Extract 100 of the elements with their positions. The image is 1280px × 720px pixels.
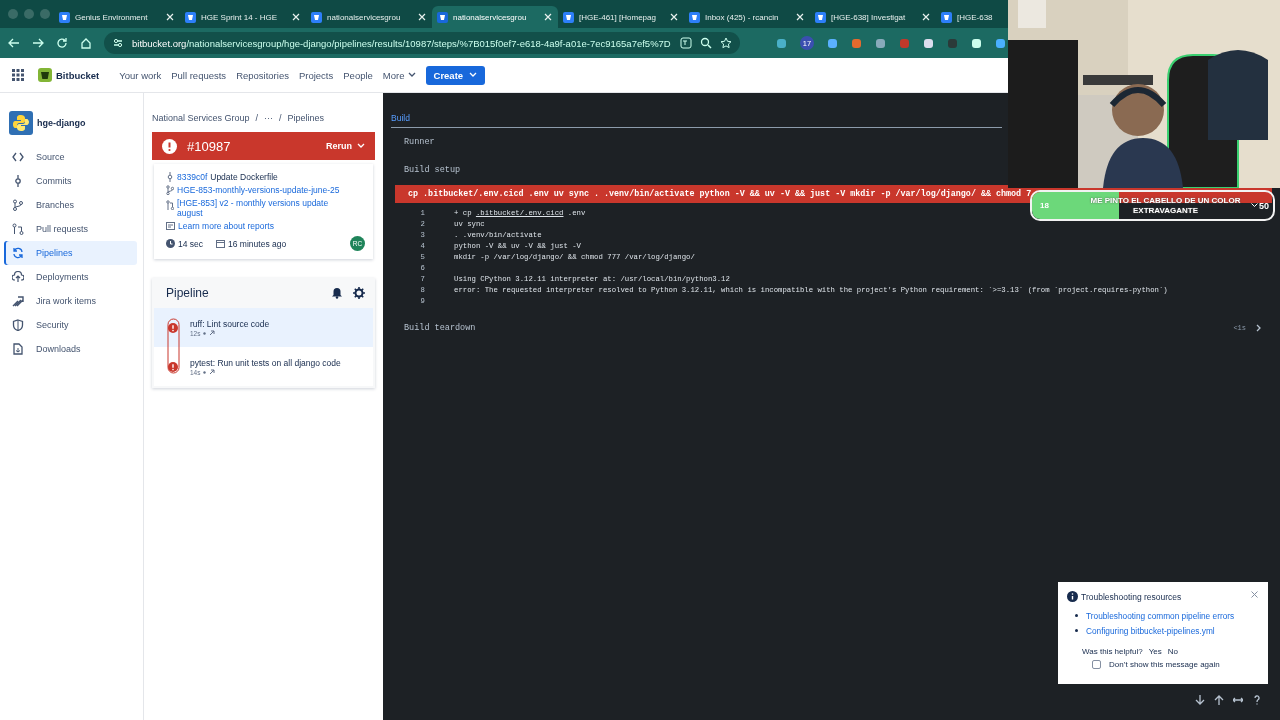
more-menu[interactable]: More bbox=[382, 69, 416, 81]
step-name: ruff: Lint source code bbox=[190, 318, 270, 329]
extension-icon[interactable] bbox=[827, 37, 838, 49]
sidebar-item[interactable]: Downloads bbox=[4, 337, 137, 361]
browser-tab[interactable]: HGE Sprint 14 - HGE bbox=[180, 6, 306, 28]
pull-request-link[interactable]: [HGE-853] v2 - monthly versions update august bbox=[177, 198, 352, 218]
forward-icon[interactable] bbox=[32, 37, 44, 49]
settings-icon[interactable] bbox=[353, 287, 365, 299]
browser-tab[interactable]: [HGE-461] [Homepag bbox=[558, 6, 684, 28]
sidebar-item[interactable]: Security bbox=[4, 313, 137, 337]
sidebar-item[interactable]: Pipelines bbox=[4, 241, 137, 265]
nav-link[interactable]: People bbox=[343, 69, 373, 81]
browser-tab[interactable]: nationalservicesgrou bbox=[432, 6, 558, 28]
page-icon bbox=[185, 11, 196, 23]
extension-icon[interactable] bbox=[971, 37, 982, 49]
browser-tab[interactable]: Inbox (425) - rcancin bbox=[684, 6, 810, 28]
address-bar[interactable]: bitbucket.org/nationalservicesgroup/hge-django/pipelines/results/10987/steps/%7B015f0ef7-e618-4a9f-a01e-7ec9165a7ef5%7D bbox=[104, 32, 740, 54]
browser-tab[interactable]: [HGE-638] Investigat bbox=[810, 6, 936, 28]
back-icon[interactable] bbox=[8, 37, 20, 49]
extension-icon[interactable] bbox=[776, 37, 787, 49]
goal-count: 18 bbox=[1040, 201, 1050, 210]
nav-link[interactable]: Your work bbox=[119, 69, 162, 81]
arrow-icon bbox=[209, 330, 216, 336]
home-icon[interactable] bbox=[80, 37, 92, 49]
log-step-title[interactable]: Build teardown bbox=[404, 323, 476, 333]
sidebar-item[interactable]: Commits bbox=[4, 169, 137, 193]
info-icon bbox=[1067, 591, 1078, 602]
bullet-icon bbox=[1075, 614, 1078, 617]
up-arrow-icon[interactable] bbox=[1214, 695, 1224, 705]
log-step-title[interactable]: Build setup bbox=[404, 165, 461, 175]
create-button[interactable]: Create bbox=[425, 65, 486, 85]
sidebar-item[interactable]: Pull requests bbox=[4, 217, 137, 241]
clock-icon bbox=[166, 239, 175, 248]
sidebar-item[interactable]: Deployments bbox=[4, 265, 137, 289]
sidebar-item[interactable]: Branches bbox=[4, 193, 137, 217]
help-link[interactable]: Troubleshooting common pipeline errors bbox=[1086, 610, 1235, 621]
log-tab[interactable]: Build bbox=[391, 113, 410, 123]
commit-icon bbox=[166, 172, 174, 182]
report-icon bbox=[166, 222, 175, 230]
browser-tab[interactable]: Genius Environment bbox=[54, 6, 180, 28]
pull-request-icon bbox=[12, 223, 24, 235]
calendar-icon bbox=[216, 239, 226, 248]
sidebar-item[interactable]: Source bbox=[4, 145, 137, 169]
answer-link[interactable]: No bbox=[1167, 646, 1178, 656]
code-icon bbox=[12, 151, 24, 163]
sidebar-item[interactable]: Jira work items bbox=[4, 289, 137, 313]
help-link[interactable]: Configuring bitbucket-pipelines.yml bbox=[1086, 625, 1215, 636]
caret-icon bbox=[469, 72, 478, 78]
bitbucket-logo-icon bbox=[38, 68, 52, 82]
pull-request-icon bbox=[166, 200, 174, 210]
browser-tab[interactable]: [HGE-638 bbox=[936, 6, 1008, 28]
breadcrumb-link[interactable]: National Services Group bbox=[152, 113, 250, 123]
page-icon bbox=[59, 11, 70, 23]
site-info-icon bbox=[112, 37, 124, 49]
help-icon[interactable] bbox=[1252, 695, 1262, 705]
branch-link[interactable]: HGE-853-monthly-versions-update-june-25 bbox=[177, 185, 340, 195]
breadcrumb-link[interactable]: Pipelines bbox=[287, 113, 325, 123]
zoom-icon[interactable] bbox=[700, 37, 712, 49]
log-step-title[interactable]: Runner bbox=[404, 137, 435, 147]
rerun-button[interactable]: Rerun bbox=[326, 141, 365, 151]
page-icon bbox=[689, 11, 700, 23]
page-icon bbox=[815, 11, 826, 23]
app-switcher-icon[interactable] bbox=[12, 69, 24, 81]
repository-name: hge-django bbox=[37, 118, 86, 128]
bell-icon[interactable] bbox=[331, 287, 343, 299]
breadcrumb-link[interactable]: ··· bbox=[264, 113, 274, 123]
extension-icon[interactable] bbox=[923, 37, 934, 49]
duration: 14 sec bbox=[178, 238, 204, 249]
expand-horizontal-icon[interactable] bbox=[1233, 695, 1243, 705]
page-icon bbox=[563, 11, 574, 23]
nav-link[interactable]: Pull requests bbox=[171, 69, 227, 81]
product-name: Bitbucket bbox=[56, 69, 100, 81]
commit-link[interactable]: 8339c0f bbox=[177, 172, 208, 182]
chevron-right-icon bbox=[1256, 324, 1262, 332]
translate-icon[interactable] bbox=[680, 37, 692, 49]
extension-icon[interactable] bbox=[875, 37, 886, 49]
reports-link[interactable]: Learn more about reports bbox=[178, 221, 274, 231]
question-text: Was this helpful? bbox=[1082, 646, 1143, 656]
tab-title: nationalservicesgrou bbox=[453, 12, 528, 22]
run-number: #10987 bbox=[187, 138, 232, 154]
arrow-icon bbox=[209, 369, 216, 375]
checkbox[interactable] bbox=[1092, 660, 1101, 669]
file-download-icon bbox=[12, 343, 24, 355]
popup-title: Troubleshooting resources bbox=[1081, 591, 1183, 602]
caret-icon bbox=[357, 143, 365, 149]
down-arrow-icon[interactable] bbox=[1195, 695, 1205, 705]
error-icon bbox=[162, 138, 177, 154]
tab-title: [HGE-461] [Homepag bbox=[579, 12, 657, 22]
extension-icon[interactable] bbox=[995, 37, 1006, 49]
browser-tab[interactable]: nationalservicesgrou bbox=[306, 6, 432, 28]
star-icon[interactable] bbox=[720, 37, 732, 49]
reload-icon[interactable] bbox=[56, 37, 68, 49]
step-name: pytest: Run unit tests on all django code bbox=[190, 357, 341, 368]
panel-title: Pipeline bbox=[166, 286, 210, 300]
chevron-down-icon bbox=[1251, 203, 1258, 208]
failed-command: cp .bitbucket/.env.cicd .env uv sync . .venv/bin/activate python -V && uv -V && just -V mkdir -p /var/log/django/ && chmod 7 bbox=[408, 189, 1033, 199]
answer-link[interactable]: Yes bbox=[1148, 646, 1162, 656]
commit-message: Update Dockerfile bbox=[210, 172, 278, 182]
nav-link[interactable]: Projects bbox=[298, 69, 334, 81]
nav-link[interactable]: Repositories bbox=[236, 69, 289, 81]
